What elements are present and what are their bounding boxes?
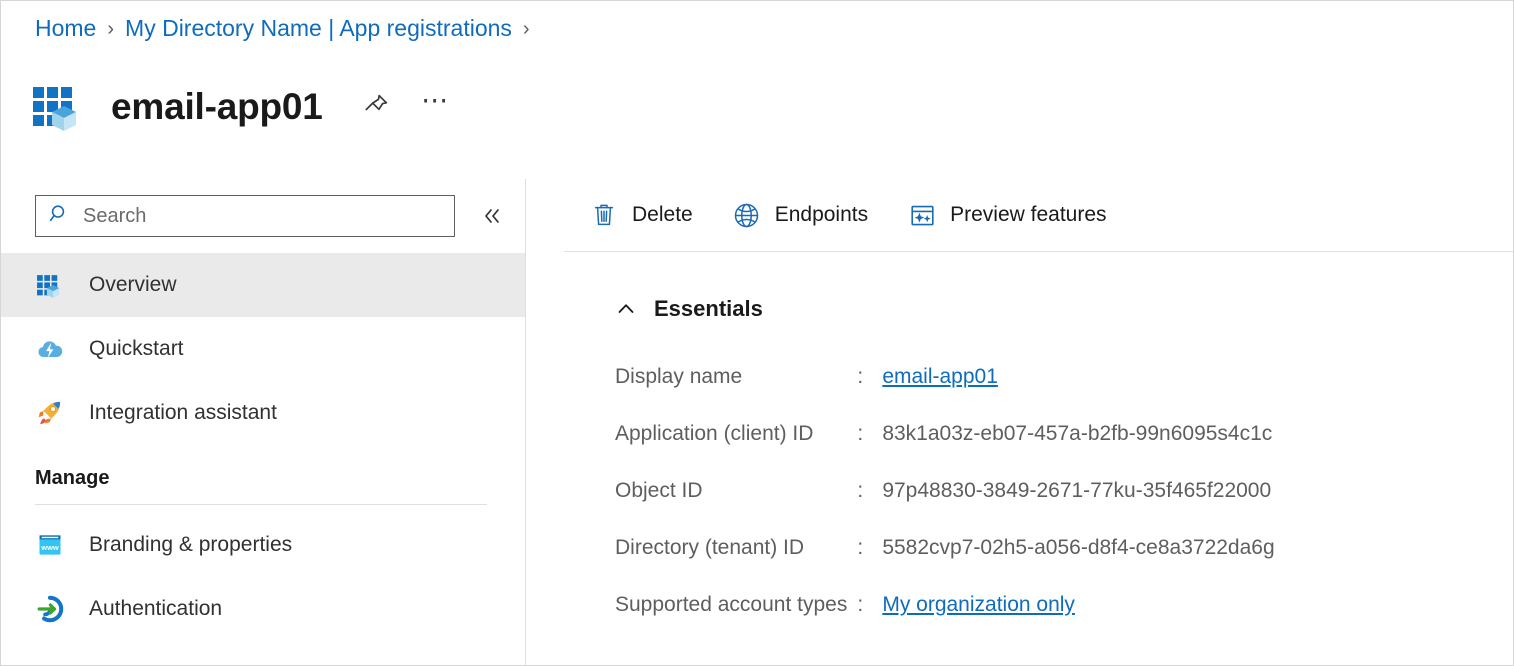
sidebar-item-branding-properties[interactable]: www Branding & properties [1,513,525,577]
sidebar-item-overview[interactable]: Overview [1,253,525,317]
double-chevron-left-icon[interactable] [477,201,507,231]
sidebar-item-label: Quickstart [89,337,184,361]
breadcrumb-separator: › [523,19,530,39]
browser-www-icon: www [35,530,65,560]
sidebar: Overview Quickstart [1,179,525,665]
ellipsis-icon[interactable]: ⋯ [419,91,453,121]
toolbar-button-label: Endpoints [775,203,868,227]
sidebar-group-divider [35,504,487,505]
cloud-lightning-icon [35,334,65,364]
sidebar-nav-list: Overview Quickstart [1,253,525,641]
property-label: Supported account types [614,576,857,633]
sidebar-group-title-manage: Manage [1,445,525,490]
property-value-tenant-id: 5582cvp7-02h5-a056-d8f4-ce8a3722da6g [881,519,1275,576]
preview-features-icon [908,201,936,229]
property-separator: : [857,576,881,633]
sidebar-search-row [1,179,525,237]
search-icon [49,203,71,230]
property-label: Display name [614,348,857,405]
table-row: Directory (tenant) ID : 5582cvp7-02h5-a0… [614,519,1276,576]
sidebar-item-authentication[interactable]: Authentication [1,577,525,641]
page-title: email-app01 [111,88,323,125]
sidebar-item-label: Branding & properties [89,533,292,557]
property-value-client-id: 83k1a03z-eb07-457a-b2fb-99n6095s4c1c [881,405,1275,462]
sidebar-item-label: Integration assistant [89,401,277,425]
property-label: Application (client) ID [614,405,857,462]
property-value-display-name[interactable]: email-app01 [881,348,1275,405]
property-separator: : [857,519,881,576]
essentials-toggle[interactable]: Essentials [614,296,794,322]
sidebar-item-label: Overview [89,273,177,297]
page-header: email-app01 ⋯ [31,75,453,137]
pin-icon[interactable] [359,89,393,123]
app-registration-icon [31,79,85,133]
rocket-icon [35,398,65,428]
command-toolbar: Delete Endpoints [526,179,1513,251]
property-separator: : [857,405,881,462]
endpoints-button[interactable]: Endpoints [719,193,882,237]
table-row: Object ID : 97p48830-3849-2671-77ku-35f4… [614,462,1276,519]
azure-portal-blade: Home › My Directory Name | App registrat… [0,0,1514,666]
breadcrumb-item-app-registrations[interactable]: My Directory Name | App registrations [125,17,512,40]
property-label: Directory (tenant) ID [614,519,857,576]
breadcrumb-separator: › [107,19,114,39]
property-value-supported-account-types[interactable]: My organization only [881,576,1275,633]
svg-text:www: www [40,543,59,552]
trash-icon [590,201,618,229]
essentials-title: Essentials [654,296,763,322]
delete-button[interactable]: Delete [576,193,707,237]
breadcrumb: Home › My Directory Name | App registrat… [35,17,541,40]
table-row: Application (client) ID : 83k1a03z-eb07-… [614,405,1276,462]
search-input[interactable] [81,202,411,230]
property-separator: : [857,462,881,519]
search-box[interactable] [35,195,455,237]
property-value-object-id: 97p48830-3849-2671-77ku-35f465f22000 [881,462,1275,519]
app-registration-icon [35,270,65,300]
property-label: Object ID [614,462,857,519]
chevron-up-icon [614,297,638,321]
breadcrumb-item-home[interactable]: Home [35,17,96,40]
table-row: Supported account types : My organizatio… [614,576,1276,633]
preview-features-button[interactable]: Preview features [894,193,1120,237]
sidebar-item-integration-assistant[interactable]: Integration assistant [1,381,525,445]
main-content: Delete Endpoints [526,179,1513,665]
toolbar-button-label: Delete [632,203,693,227]
property-separator: : [857,348,881,405]
sidebar-item-label: Authentication [89,597,222,621]
globe-icon [733,201,761,229]
toolbar-button-label: Preview features [950,203,1106,227]
table-row: Display name : email-app01 [614,348,1276,405]
authentication-arrow-icon [35,594,65,624]
essentials-section: Essentials Display name : email-app01 Ap… [526,252,1513,633]
sidebar-item-quickstart[interactable]: Quickstart [1,317,525,381]
essentials-properties-table: Display name : email-app01 Application (… [614,348,1276,633]
